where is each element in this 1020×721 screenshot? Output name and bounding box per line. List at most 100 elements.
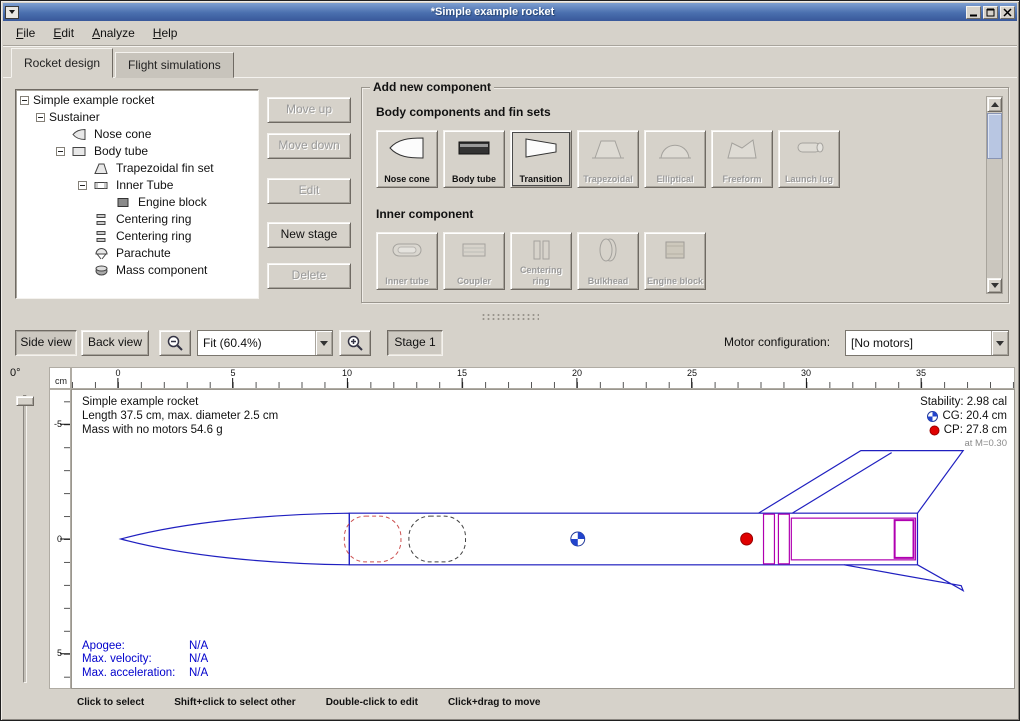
flight-data: Apogee:N/A Max. velocity:N/A Max. accele…	[82, 640, 208, 681]
titlebar[interactable]: *Simple example rocket	[3, 3, 1017, 21]
view-toolbar: Side view Back view Fit (60.4%) Stage 1 …	[3, 325, 1017, 363]
scroll-down-button[interactable]	[987, 278, 1002, 293]
zoom-select[interactable]: Fit (60.4%)	[197, 330, 333, 356]
add-trapezoidal-fin-button: Trapezoidal	[577, 130, 639, 188]
tree-item-parachute[interactable]: Parachute	[16, 245, 258, 262]
new-stage-button[interactable]: New stage	[267, 222, 351, 248]
rocket-dimensions: Length 37.5 cm, max. diameter 2.5 cm	[82, 409, 278, 423]
back-view-button[interactable]: Back view	[81, 330, 149, 356]
motor-configuration-select[interactable]: [No motors]	[845, 330, 1009, 356]
elliptical-fin-icon	[655, 134, 695, 167]
tree-item-nose-cone[interactable]: Nose cone	[16, 126, 258, 143]
add-body-tube-button[interactable]: Body tube	[443, 130, 505, 188]
hint: Click+drag to move	[448, 697, 541, 718]
tree-item-sustainer[interactable]: Sustainer	[16, 109, 258, 126]
split-divider[interactable]	[3, 310, 1017, 323]
tree-item-engine-block[interactable]: Engine block	[16, 194, 258, 211]
rotation-slider-handle[interactable]	[16, 396, 34, 406]
component-panel-scrollbar[interactable]	[986, 96, 1003, 294]
side-view-button[interactable]: Side view	[15, 330, 77, 356]
maximize-button[interactable]	[983, 6, 998, 19]
body-components-label: Body components and fin sets	[376, 105, 551, 119]
nose-cone-icon	[72, 128, 88, 141]
component-tree[interactable]: Simple example rocket Sustainer Nose con…	[15, 89, 259, 299]
expand-toggle-icon[interactable]	[56, 147, 65, 156]
expand-toggle-icon[interactable]	[36, 113, 45, 122]
rocket-figure-area: 0° cm 0 5 10 15	[3, 365, 1017, 693]
tree-item-centering-ring-1[interactable]: Centering ring	[16, 211, 258, 228]
tab-rocket-design[interactable]: Rocket design	[11, 48, 113, 78]
zoom-out-button[interactable]	[159, 330, 191, 356]
vertical-ruler: -5 0 5	[49, 389, 71, 689]
add-engine-block-button: Engine block	[644, 232, 706, 290]
tree-item-mass-component[interactable]: Mass component	[16, 262, 258, 279]
body-tube-icon	[72, 145, 88, 158]
tree-item-trapezoidal-fin-set[interactable]: Trapezoidal fin set	[16, 160, 258, 177]
horizontal-ruler: 0 5 10 15 20 25 30 35	[71, 367, 1015, 389]
expand-toggle-icon[interactable]	[78, 181, 87, 190]
add-inner-tube-button: Inner tube	[376, 232, 438, 290]
tab-flight-simulations[interactable]: Flight simulations	[115, 52, 234, 78]
inner-tube-icon	[387, 236, 427, 269]
tab-bar: Rocket design Flight simulations	[11, 48, 236, 78]
rotation-slider[interactable]	[23, 395, 27, 683]
menubar: File Edit Analyze Help	[3, 21, 1017, 46]
coupler-icon	[454, 236, 494, 269]
expand-toggle-icon[interactable]	[20, 96, 29, 105]
close-button[interactable]	[1000, 6, 1015, 19]
parachute-icon	[94, 247, 110, 260]
add-component-panel: Add new component Body components and fi…	[361, 87, 1009, 303]
inner-component-label: Inner component	[376, 207, 473, 221]
engine-block-outline	[895, 520, 914, 558]
cg-icon	[927, 411, 938, 422]
fin-top-outline	[759, 451, 964, 514]
inner-tube-outline	[791, 518, 915, 560]
apogee-value: N/A	[189, 640, 208, 652]
rotation-value: 0°	[10, 367, 21, 379]
tree-item-body-tube[interactable]: Body tube	[16, 143, 258, 160]
rocket-canvas[interactable]: Simple example rocket Length 37.5 cm, ma…	[71, 389, 1015, 689]
window-title: *Simple example rocket	[19, 6, 966, 18]
minimize-button[interactable]	[966, 6, 981, 19]
arrow-up-icon	[991, 102, 999, 107]
hint: Double-click to edit	[326, 697, 418, 718]
chevron-down-icon[interactable]	[315, 331, 332, 355]
window-menu-icon[interactable]	[5, 6, 19, 19]
v-ruler-label: 5	[50, 648, 62, 658]
scroll-up-button[interactable]	[987, 97, 1002, 112]
cp-value: CP: 27.8 cm	[944, 423, 1007, 437]
body-tube-icon	[454, 134, 494, 167]
hint: Shift+click to select other	[174, 697, 295, 718]
max-velocity-value: N/A	[189, 653, 208, 665]
chevron-down-icon[interactable]	[991, 331, 1008, 355]
add-launch-lug-button: Launch lug	[778, 130, 840, 188]
add-coupler-button: Coupler	[443, 232, 505, 290]
tree-item-inner-tube[interactable]: Inner Tube	[16, 177, 258, 194]
centering-ring-icon	[94, 230, 110, 243]
centering-ring-outline	[778, 514, 789, 564]
tree-item-root[interactable]: Simple example rocket	[16, 92, 258, 109]
menu-edit[interactable]: Edit	[44, 22, 83, 44]
stage-1-button[interactable]: Stage 1	[387, 330, 443, 356]
menu-help[interactable]: Help	[144, 22, 187, 44]
h-ruler-label: 20	[567, 368, 587, 378]
cp-marker	[741, 533, 753, 545]
menu-analyze[interactable]: Analyze	[83, 22, 144, 44]
add-transition-button[interactable]: Transition	[510, 130, 572, 188]
body-tube-outline	[349, 513, 917, 565]
centering-ring-icon	[521, 236, 561, 269]
zoom-in-icon	[346, 334, 364, 352]
add-nose-cone-button[interactable]: Nose cone	[376, 130, 438, 188]
inner-tube-icon	[94, 179, 110, 192]
h-ruler-label: 25	[682, 368, 702, 378]
menu-file[interactable]: File	[7, 22, 44, 44]
fin-icon	[94, 162, 110, 175]
stability-value: Stability: 2.98 cal	[920, 395, 1007, 409]
h-ruler-label: 15	[452, 368, 472, 378]
zoom-in-button[interactable]	[339, 330, 371, 356]
split-grip-icon	[481, 313, 539, 321]
minimize-icon	[969, 8, 978, 17]
scrollbar-thumb[interactable]	[987, 113, 1002, 159]
tree-item-centering-ring-2[interactable]: Centering ring	[16, 228, 258, 245]
h-ruler-label: 10	[337, 368, 357, 378]
